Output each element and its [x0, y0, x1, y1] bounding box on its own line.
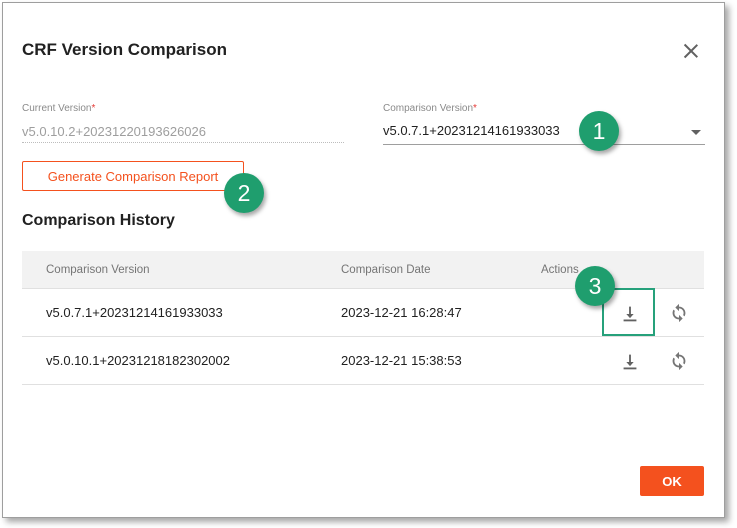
callout-badge-1: 1: [579, 111, 619, 151]
download-icon[interactable]: [619, 351, 641, 373]
refresh-icon[interactable]: [668, 302, 690, 324]
column-header-actions: Actions: [541, 264, 579, 276]
comparison-version-label: Comparison Version*: [383, 103, 477, 114]
refresh-icon[interactable]: [668, 350, 690, 372]
comparison-version-value: v5.0.7.1+20231214161933033: [383, 123, 560, 138]
current-version-field: [22, 121, 344, 143]
row-date: 2023-12-21 16:28:47: [341, 305, 462, 320]
row-date: 2023-12-21 15:38:53: [341, 353, 462, 368]
close-icon[interactable]: [680, 40, 702, 62]
row-version: v5.0.7.1+20231214161933033: [46, 305, 223, 320]
ok-button[interactable]: OK: [640, 466, 704, 496]
comparison-version-select[interactable]: v5.0.7.1+20231214161933033: [383, 119, 705, 145]
current-version-label: Current Version*: [22, 103, 96, 114]
comparison-history-title: Comparison History: [22, 212, 175, 229]
column-header-version: Comparison Version: [46, 264, 150, 276]
generate-comparison-report-button[interactable]: Generate Comparison Report: [22, 161, 244, 191]
download-icon[interactable]: [619, 303, 641, 325]
dialog-title: CRF Version Comparison: [22, 40, 227, 59]
dropdown-caret-icon: [691, 130, 701, 135]
column-header-date: Comparison Date: [341, 264, 431, 276]
callout-badge-2: 2: [224, 173, 264, 213]
callout-badge-3: 3: [575, 266, 615, 306]
version-comparison-dialog: CRF Version Comparison Current Version* …: [2, 2, 725, 518]
table-row: v5.0.10.1+20231218182302002 2023-12-21 1…: [22, 337, 704, 385]
row-version: v5.0.10.1+20231218182302002: [46, 353, 230, 368]
